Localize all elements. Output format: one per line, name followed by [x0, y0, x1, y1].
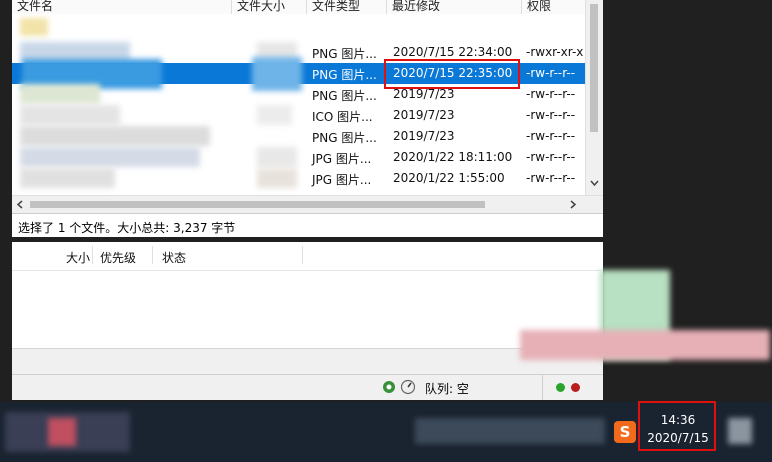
- file-type: ICO 图片...: [312, 110, 373, 124]
- desktop-icon-blur: [520, 330, 770, 360]
- scrollbar-thumb[interactable]: [30, 201, 485, 208]
- error-led-icon: [571, 383, 580, 392]
- col-header-size[interactable]: 文件大小: [232, 0, 307, 14]
- file-permissions: -rw-r--r--: [526, 171, 576, 185]
- file-modified: 2019/7/23: [393, 87, 455, 101]
- queue-tabs-strip: [12, 348, 603, 375]
- file-type: PNG 图片...: [312, 47, 377, 61]
- file-row[interactable]: ICO 图片... 2019/7/23 -rw-r--r--: [12, 105, 590, 126]
- app-status-bar: 队列: 空: [12, 374, 603, 400]
- gear-icon[interactable]: [381, 379, 397, 395]
- file-type: JPG 图片...: [312, 152, 372, 166]
- file-modified: 2020/7/15 22:34:00: [393, 45, 513, 59]
- chevron-left-icon[interactable]: [17, 200, 23, 209]
- speed-limit-icon[interactable]: [400, 379, 416, 395]
- file-icon: [20, 18, 48, 36]
- file-type: PNG 图片...: [312, 131, 377, 145]
- chevron-right-icon[interactable]: [570, 200, 576, 209]
- highlight-box: [638, 401, 716, 451]
- file-permissions: -rw-r--r--: [526, 66, 576, 80]
- file-permissions: -rwxr-xr-x: [526, 45, 584, 59]
- file-permissions: -rw-r--r--: [526, 87, 576, 101]
- notification-icon-blur: [728, 418, 752, 444]
- queue-col-size[interactable]: 大小: [66, 249, 90, 266]
- file-permissions: -rw-r--r--: [526, 150, 576, 164]
- connected-led-icon: [556, 383, 565, 392]
- file-list-pane: 文件名 文件大小 文件类型 最近修改 权限 PNG 图片... 2020/7/1…: [12, 0, 603, 237]
- col-header-modified[interactable]: 最近修改: [387, 0, 522, 14]
- col-header-permissions[interactable]: 权限: [522, 0, 592, 14]
- file-modified: 2019/7/23: [393, 129, 455, 143]
- vertical-scrollbar[interactable]: [585, 0, 603, 195]
- ime-icon[interactable]: S: [614, 421, 636, 443]
- file-row[interactable]: JPG 图片... 2020/1/22 18:11:00 -rw-r--r--: [12, 147, 590, 168]
- queue-col-priority[interactable]: 优先级: [100, 249, 136, 266]
- file-permissions: -rw-r--r--: [526, 108, 576, 122]
- file-type: PNG 图片...: [312, 89, 377, 103]
- file-modified: 2020/1/22 18:11:00: [393, 150, 513, 164]
- horizontal-scrollbar[interactable]: [12, 195, 603, 213]
- chevron-down-icon[interactable]: [590, 180, 599, 186]
- file-modified: 2020/1/22 1:55:00: [393, 171, 505, 185]
- file-status-bar: 选择了 1 个文件。大小总共: 3,237 字节: [12, 213, 603, 237]
- file-permissions: -rw-r--r--: [526, 129, 576, 143]
- file-type: JPG 图片...: [312, 173, 372, 187]
- queue-status-label: 队列: 空: [425, 382, 469, 396]
- file-row[interactable]: PNG 图片... 2019/7/23 -rw-r--r--: [12, 126, 590, 147]
- col-header-name[interactable]: 文件名: [12, 0, 232, 14]
- col-header-type[interactable]: 文件类型: [307, 0, 387, 14]
- file-row[interactable]: JPG 图片... 2020/1/22 1:55:00 -rw-r--r--: [12, 168, 590, 189]
- queue-col-status[interactable]: 状态: [162, 249, 186, 266]
- scrollbar-thumb[interactable]: [590, 4, 598, 132]
- highlight-box: [384, 59, 520, 89]
- selection-status-text: 选择了 1 个文件。大小总共: 3,237 字节: [18, 221, 236, 235]
- file-modified: 2019/7/23: [393, 108, 455, 122]
- tray-icons-blur: [415, 418, 605, 444]
- queue-pane: 大小 优先级 状态 队列: 空: [12, 242, 603, 400]
- file-type: PNG 图片...: [312, 68, 377, 82]
